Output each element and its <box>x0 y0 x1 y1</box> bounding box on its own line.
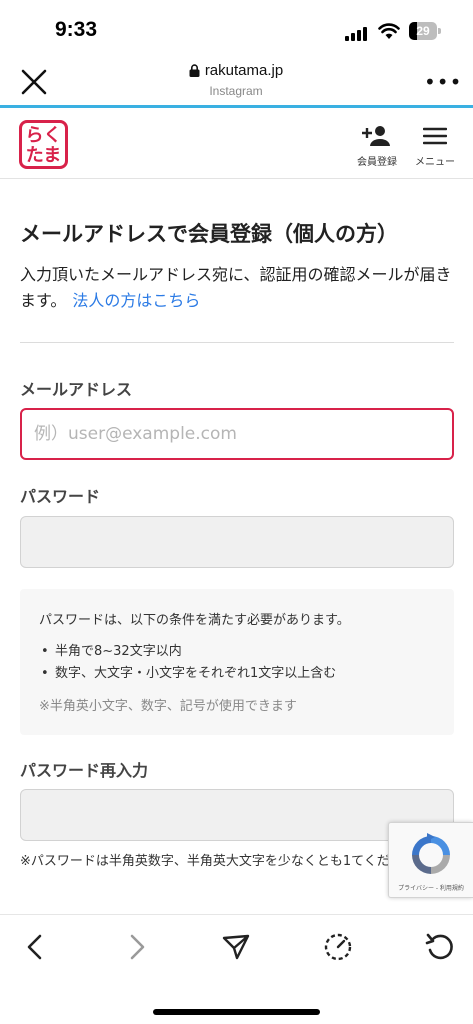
logo-text-bottom: たま <box>25 145 62 166</box>
password-rules-box: パスワードは、以下の条件を満たす必要があります。 半角で8~32文字以内 数字、… <box>20 589 454 735</box>
battery-percentage: 29 <box>416 24 430 38</box>
lock-icon <box>189 64 200 77</box>
password-rules-list: 半角で8~32文字以内 数字、大文字・小文字をそれぞれ1文字以上含む <box>39 641 336 685</box>
menu-label: メニュー <box>415 157 455 168</box>
password-rule-item: 数字、大文字・小文字をそれぞれ1文字以上含む <box>39 663 336 685</box>
password-rule-item: 半角で8~32文字以内 <box>39 641 336 663</box>
page-title: メールアドレスで会員登録（個人の方） <box>20 222 398 246</box>
recaptcha-badge[interactable]: プライバシー - 利用規約 <box>388 822 473 898</box>
battery-icon: 29 <box>409 22 437 40</box>
forward-icon[interactable] <box>120 931 152 963</box>
hamburger-menu-icon <box>422 127 448 145</box>
password-rules-note: ※半角英小文字、数字、記号が使用できます <box>39 699 297 714</box>
recaptcha-icon <box>412 833 450 874</box>
url-display[interactable]: rakutama.jp Instagram <box>136 62 336 98</box>
history-icon[interactable] <box>322 931 354 963</box>
status-time: 9:33 <box>55 18 98 41</box>
email-label: メールアドレス <box>20 380 133 399</box>
url-domain: rakutama.jp <box>204 62 284 79</box>
site-header: らく たま 会員登録 メニュー <box>0 111 473 179</box>
close-icon[interactable] <box>18 66 50 98</box>
bottom-toolbar <box>0 914 473 1024</box>
status-bar: 9:33 29 <box>0 0 473 58</box>
wifi-icon <box>378 23 400 39</box>
battery-cap <box>438 28 441 34</box>
cellular-signal-icon <box>345 25 371 41</box>
add-user-icon <box>362 126 390 146</box>
url-source: Instagram <box>209 84 263 98</box>
member-registration-label: 会員登録 <box>357 157 397 168</box>
browser-header: rakutama.jp Instagram ••• <box>0 58 473 108</box>
logo-text-top: らく <box>25 125 62 146</box>
member-registration-button[interactable]: 会員登録 <box>352 125 402 173</box>
reload-icon[interactable] <box>424 931 456 963</box>
email-input[interactable] <box>20 408 454 460</box>
intro-text: 入力頂いたメールアドレス宛に、認証用の確認メールが届きます。 法人の方はこちら <box>20 262 460 314</box>
share-icon[interactable] <box>220 931 252 963</box>
password-label: パスワード <box>20 487 101 506</box>
home-indicator <box>153 1009 320 1015</box>
menu-button[interactable]: メニュー <box>413 125 457 173</box>
password-input[interactable] <box>20 516 454 568</box>
password-rules-intro: パスワードは、以下の条件を満たす必要があります。 <box>39 613 350 628</box>
password-confirm-label: パスワード再入力 <box>20 761 149 780</box>
back-icon[interactable] <box>20 931 52 963</box>
more-options-icon[interactable]: ••• <box>424 70 461 94</box>
site-logo[interactable]: らく たま <box>19 120 68 169</box>
divider <box>20 342 454 343</box>
recaptcha-text[interactable]: プライバシー - 利用規約 <box>389 883 473 892</box>
corporate-registration-link[interactable]: 法人の方はこちら <box>72 291 200 310</box>
